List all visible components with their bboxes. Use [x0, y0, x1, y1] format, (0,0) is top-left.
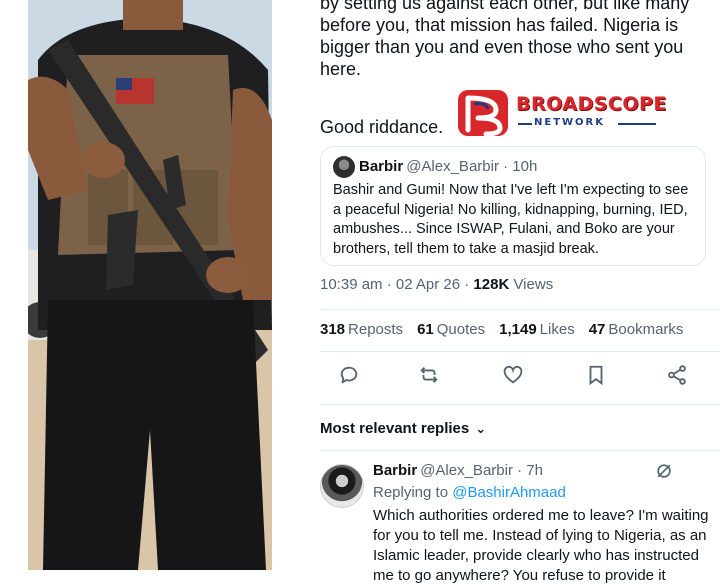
soldier-photo	[28, 0, 272, 570]
quoted-author-handle: @Alex_Barbir · 10h	[406, 158, 538, 175]
tweet-text: by setting us against each other, but li…	[320, 0, 690, 79]
reply-icon	[340, 366, 358, 384]
reply-text: Which authorities ordered me to leave? I…	[373, 507, 709, 584]
replies-sort-dropdown[interactable]: Most relevant replies ⌄	[320, 420, 486, 437]
quotes-stat[interactable]: 61 Quotes	[417, 321, 485, 338]
reply-author-name[interactable]: Barbir	[373, 462, 417, 479]
reply-button[interactable]	[338, 364, 366, 392]
quoted-tweet-card[interactable]: Barbir @Alex_Barbir · 10h Bashir and Gumi…	[320, 146, 706, 266]
timestamp-text[interactable]: 10:39 am · 02 Apr 26 ·	[320, 276, 473, 293]
views-count: 128K	[473, 276, 510, 293]
bookmark-icon	[589, 365, 603, 386]
divider	[320, 309, 720, 310]
broadscope-mark-icon	[458, 90, 508, 137]
replying-to-link[interactable]: @BashirAhmaad	[452, 484, 566, 501]
views-label: Views	[509, 276, 554, 293]
logo-rule-right	[618, 123, 656, 125]
likes-label: Likes	[539, 321, 575, 338]
chevron-down-icon: ⌄	[475, 421, 487, 436]
likes-stat[interactable]: 1,149 Likes	[499, 321, 575, 338]
tweet-text-closing: Good riddance.	[320, 117, 444, 137]
quotes-label: Quotes	[436, 321, 486, 338]
share-icon	[668, 365, 686, 385]
reposts-count: 318	[320, 321, 346, 338]
bookmarks-label: Bookmarks	[608, 321, 684, 338]
avatar[interactable]	[320, 464, 364, 508]
quoted-author-name[interactable]: Barbir	[359, 158, 403, 175]
grok-icon[interactable]	[654, 461, 674, 481]
replying-to-line: Replying to @BashirAhmaad	[373, 484, 566, 501]
bookmarks-count: 47	[588, 321, 606, 338]
avatar[interactable]	[333, 156, 355, 178]
share-button[interactable]	[666, 364, 694, 392]
like-icon	[503, 365, 523, 384]
bookmarks-stat[interactable]: 47 Bookmarks	[589, 321, 684, 338]
repost-button[interactable]	[418, 364, 446, 392]
reposts-label: Reposts	[348, 321, 404, 338]
reposts-stat[interactable]: 318 Reposts	[320, 321, 403, 338]
repost-icon	[420, 367, 438, 383]
logo-wordmark: BROADSCOPE	[516, 93, 667, 115]
divider	[320, 351, 720, 352]
tweet-timestamp: 10:39 am · 02 Apr 26 · 128K Views	[320, 276, 553, 293]
bookmark-button[interactable]	[585, 364, 613, 392]
quoted-tweet-header: Barbir @Alex_Barbir · 10h	[359, 157, 537, 177]
tweet-actions	[334, 364, 694, 392]
replies-sort-label: Most relevant replies	[320, 420, 470, 437]
quotes-count: 61	[417, 321, 434, 338]
left-margin	[0, 0, 28, 570]
divider	[320, 450, 720, 451]
broadscope-logo: BROADSCOPE NETWORK	[456, 88, 666, 138]
replying-prefix: Replying to	[373, 484, 453, 501]
engagement-stats: 318 Reposts 61 Quotes 1,149 Likes 47 Bookmarks	[320, 321, 697, 338]
reply-header: Barbir @Alex_Barbir · 7h	[373, 462, 543, 479]
quoted-tweet-text: Bashir and Gumi! Now that I've left I'm …	[333, 182, 689, 257]
like-button[interactable]	[502, 364, 530, 392]
likes-count: 1,149	[499, 321, 537, 338]
logo-rule-left	[518, 123, 532, 125]
logo-subtitle: NETWORK	[534, 117, 606, 128]
divider	[320, 404, 720, 405]
reply-author-handle: @Alex_Barbir · 7h	[420, 462, 543, 479]
